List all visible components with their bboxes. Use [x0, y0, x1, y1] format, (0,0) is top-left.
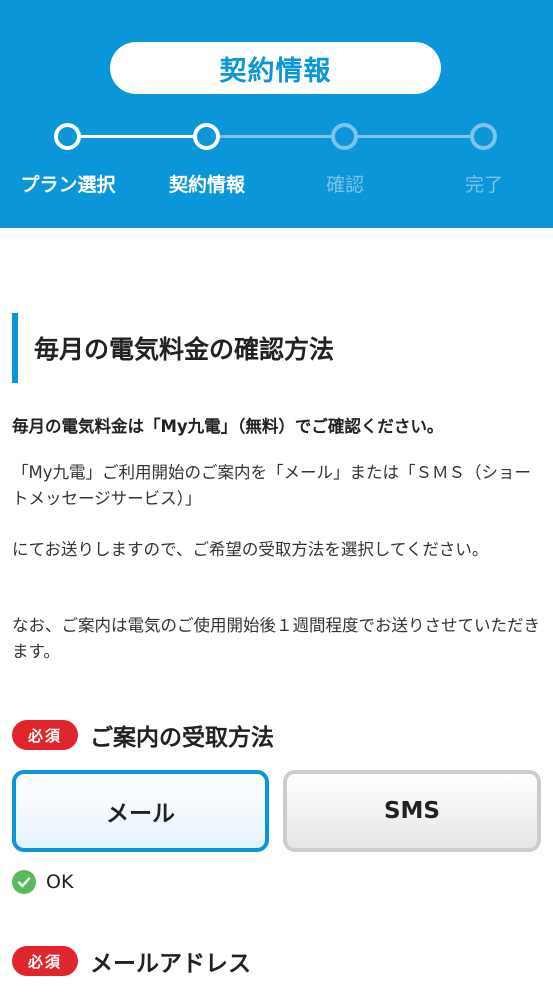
step-connector-2 — [220, 135, 332, 138]
step-dot-contract — [193, 123, 220, 150]
step-label-contract: 契約情報 — [168, 174, 245, 196]
intro-text: 毎月の電気料金は「My九電」（無料）でご確認ください。 — [12, 417, 444, 436]
header: 契約情報 プラン選択 契約情報 確認 完了 — [0, 0, 553, 228]
email-label-row: 必須 メールアドレス — [12, 944, 251, 978]
paragraph-3: なお、ご案内は電気のご使用開始後１週間程度でお送りさせていただきます。 — [12, 616, 540, 661]
paragraph-1: 「My九電」ご利用開始のご案内を「メール」または「ＳＭＳ（ショートメッセージサー… — [12, 463, 532, 508]
step-dot-plan — [54, 123, 81, 150]
section-heading: 毎月の電気料金の確認方法 — [12, 313, 542, 383]
email-label: メールアドレス — [90, 951, 251, 977]
paragraph-2: にてお送りしますので、ご希望の受取方法を選択してください。 — [12, 540, 489, 559]
validation-text: OK — [46, 871, 74, 893]
option-sms-button[interactable]: SMS — [283, 770, 541, 852]
validation-status: OK — [12, 870, 73, 894]
step-label-confirm: 確認 — [325, 174, 364, 196]
required-badge: 必須 — [12, 720, 78, 750]
step-label-plan: プラン選択 — [20, 174, 116, 196]
required-badge: 必須 — [12, 946, 78, 976]
step-dot-confirm — [331, 123, 358, 150]
step-connector-3 — [358, 135, 470, 138]
receipt-method-label: ご案内の受取方法 — [90, 725, 274, 751]
option-email-button[interactable]: メール — [12, 770, 269, 852]
page-title: 契約情報 — [110, 42, 441, 94]
step-label-complete: 完了 — [464, 174, 503, 196]
step-dot-complete — [470, 123, 497, 150]
step-connector-1 — [80, 135, 194, 138]
check-circle-icon — [12, 870, 36, 894]
receipt-method-label-row: 必須 ご案内の受取方法 — [12, 718, 274, 752]
